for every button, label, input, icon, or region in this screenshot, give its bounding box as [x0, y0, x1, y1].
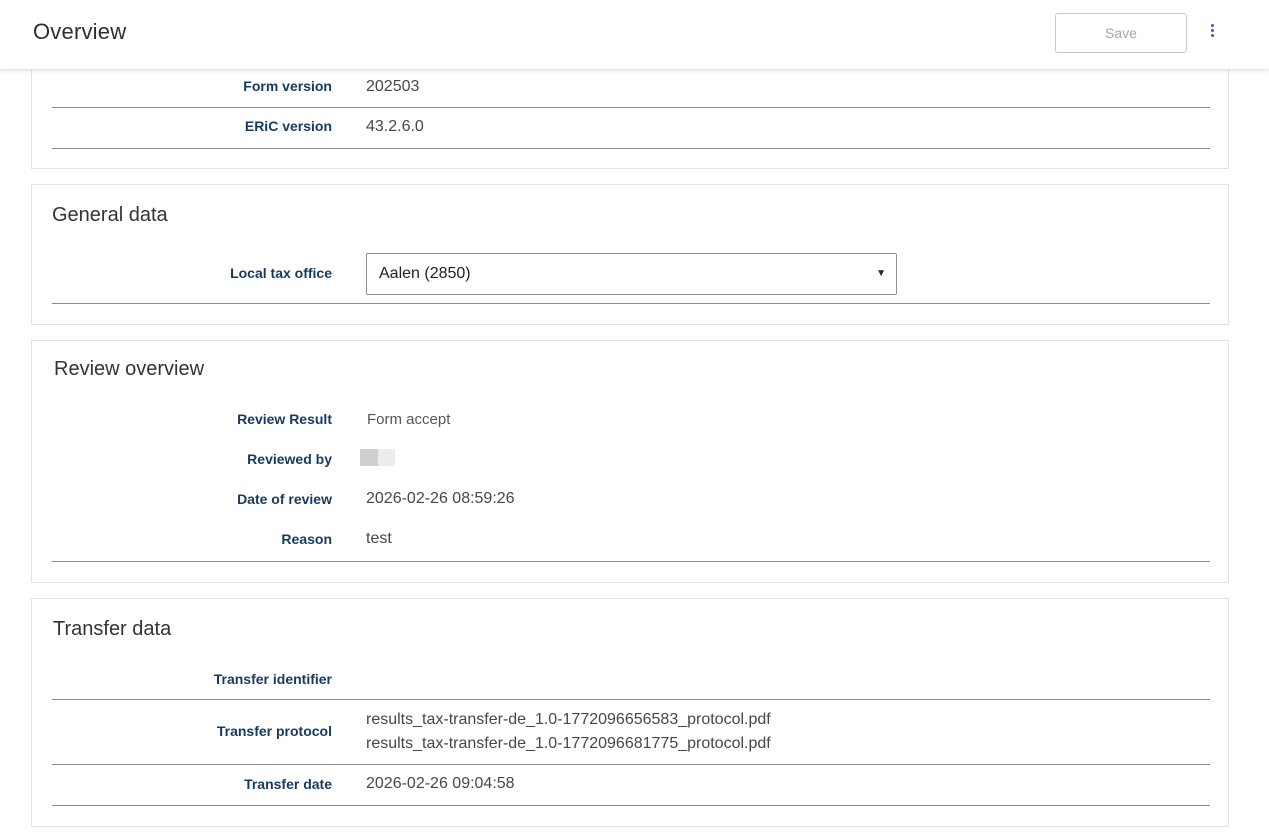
- protocol-file-link[interactable]: results_tax-transfer-de_1.0-177209665658…: [366, 708, 771, 732]
- transfer-data-card: Transfer data Transfer identifier Transf…: [31, 598, 1229, 827]
- local-tax-office-selected: Aalen (2850): [379, 265, 471, 282]
- form-version-row: Form version 202503: [52, 71, 1210, 108]
- transfer-data-title: Transfer data: [53, 618, 172, 640]
- date-of-review-row: Date of review 2026-02-26 08:59:26: [52, 489, 1210, 513]
- general-data-title: General data: [52, 204, 168, 226]
- review-overview-card: Review overview Review Result Form accep…: [31, 340, 1229, 583]
- form-version-value: 202503: [366, 78, 420, 95]
- reason-value: test: [366, 530, 392, 547]
- transfer-identifier-label: Transfer identifier: [213, 671, 332, 687]
- transfer-date-row: Transfer date 2026-02-26 09:04:58: [52, 765, 1210, 806]
- form-version-label: Form version: [243, 78, 332, 94]
- local-tax-office-row: Local tax office Aalen (2850) ▼: [52, 253, 1210, 304]
- reviewed-by-row: Reviewed by: [52, 449, 1210, 473]
- more-vert-icon[interactable]: [1203, 24, 1221, 44]
- eric-version-row: ERiC version 43.2.6.0: [52, 108, 1210, 149]
- transfer-protocol-files: results_tax-transfer-de_1.0-177209665658…: [366, 708, 771, 756]
- protocol-file-link[interactable]: results_tax-transfer-de_1.0-177209668177…: [366, 732, 771, 756]
- reviewed-by-label: Reviewed by: [247, 451, 332, 467]
- local-tax-office-select[interactable]: Aalen (2850) ▼: [366, 253, 897, 295]
- eric-version-value: 43.2.6.0: [366, 118, 424, 135]
- save-button[interactable]: Save: [1055, 13, 1187, 53]
- local-tax-office-label: Local tax office: [230, 265, 332, 281]
- review-result-value: Form accept: [367, 411, 451, 428]
- dropdown-caret-icon: ▼: [876, 268, 886, 279]
- transfer-protocol-label: Transfer protocol: [216, 723, 332, 739]
- user-avatar-icon: [360, 449, 395, 466]
- transfer-identifier-row: Transfer identifier: [52, 661, 1210, 700]
- reason-row: Reason test: [52, 529, 1210, 562]
- page-title: Overview: [33, 19, 127, 44]
- review-result-row: Review Result Form accept: [52, 409, 1210, 433]
- transfer-date-label: Transfer date: [244, 776, 332, 792]
- transfer-protocol-row: Transfer protocol results_tax-transfer-d…: [52, 700, 1210, 765]
- date-of-review-value: 2026-02-26 08:59:26: [366, 490, 515, 507]
- transfer-date-value: 2026-02-26 09:04:58: [366, 775, 515, 792]
- review-overview-title: Review overview: [54, 358, 205, 380]
- reason-label: Reason: [281, 531, 332, 547]
- review-result-label: Review Result: [237, 411, 332, 427]
- top-bar: Overview Save: [0, 0, 1269, 69]
- date-of-review-label: Date of review: [237, 491, 332, 507]
- eric-version-label: ERiC version: [244, 118, 332, 134]
- general-data-card: General data Local tax office Aalen (285…: [31, 184, 1229, 325]
